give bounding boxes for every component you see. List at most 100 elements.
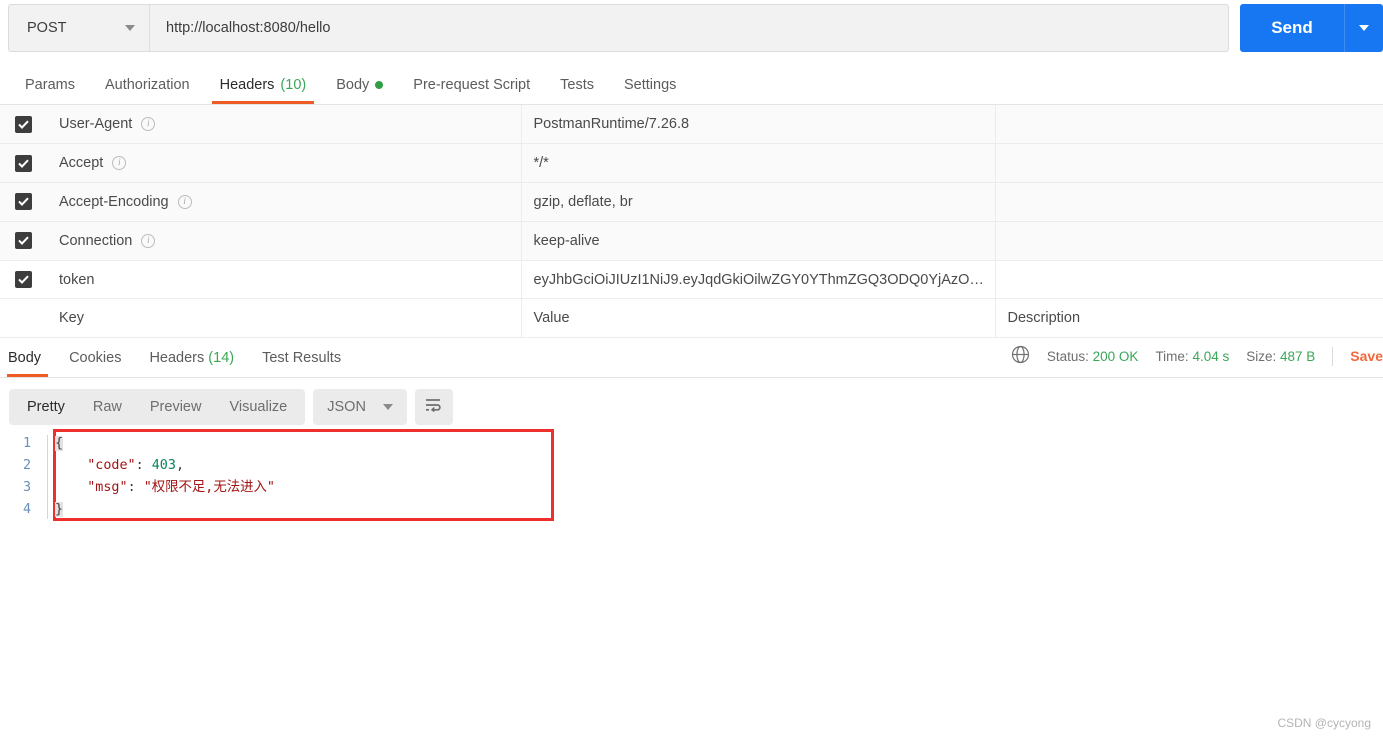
header-value-cell[interactable]: keep-alive	[521, 221, 996, 261]
view-mode-pretty[interactable]: Pretty	[13, 389, 79, 425]
header-key-cell[interactable]: token	[47, 260, 522, 300]
header-value-cell[interactable]: gzip, deflate, br	[521, 182, 996, 222]
checkbox-icon[interactable]	[15, 232, 32, 250]
tab-headers[interactable]: Headers (10)	[205, 77, 322, 104]
header-key: token	[59, 271, 95, 288]
header-key-cell[interactable]: Accept i	[47, 143, 522, 184]
tab-count: (10)	[280, 77, 307, 93]
body-present-dot-icon	[375, 81, 384, 89]
response-tab-headers[interactable]: Headers (14)	[135, 350, 248, 377]
chevron-down-icon	[382, 404, 393, 411]
tab-settings[interactable]: Settings	[609, 77, 691, 104]
time-label: Time:	[1155, 348, 1189, 364]
tab-count: (14)	[208, 350, 235, 367]
chevron-down-icon	[125, 25, 135, 31]
new-value-input[interactable]: Value	[521, 298, 996, 339]
send-button[interactable]: Send	[1240, 4, 1344, 52]
tab-label: Tests	[560, 77, 594, 93]
tab-label: Test Results	[262, 350, 342, 367]
row-checkbox-cell	[0, 260, 47, 300]
line-number: 3	[22, 480, 31, 496]
line-number: 2	[22, 458, 31, 474]
table-row-new: Key Value Description	[0, 298, 1383, 339]
code-line-3: "msg": "权限不足,无法进入"	[55, 477, 275, 499]
header-description-cell[interactable]	[995, 260, 1383, 300]
save-response-link[interactable]: Save	[1350, 348, 1383, 364]
header-description-cell[interactable]	[995, 221, 1383, 261]
colon: :	[127, 480, 144, 496]
header-description-cell[interactable]	[995, 182, 1383, 222]
tab-body[interactable]: Body	[321, 77, 398, 104]
header-key: User-Agent	[59, 116, 133, 133]
time-value: 4.04 s	[1192, 348, 1230, 364]
response-tab-cookies[interactable]: Cookies	[55, 350, 135, 377]
format-select[interactable]: JSON	[313, 389, 407, 426]
checkbox-icon[interactable]	[15, 154, 32, 172]
tab-label: Body	[336, 77, 370, 93]
word-wrap-icon	[425, 397, 442, 417]
header-key: Accept	[59, 155, 104, 172]
header-key-cell[interactable]: Accept-Encoding i	[47, 182, 522, 222]
tab-label: Pre-request Script	[413, 77, 531, 93]
header-description-cell[interactable]	[995, 143, 1383, 184]
tab-pre-request-script[interactable]: Pre-request Script	[398, 77, 545, 104]
request-tabs: Params Authorization Headers (10) Body P…	[0, 65, 1383, 105]
header-key-cell[interactable]: Connection i	[47, 221, 522, 261]
json-key-msg: "msg"	[87, 480, 128, 496]
response-tab-test-results[interactable]: Test Results	[248, 350, 355, 377]
time-group: Time: 4.04 s	[1155, 349, 1229, 364]
http-method-select[interactable]: POST	[8, 4, 149, 52]
tab-label: Body	[8, 350, 42, 367]
checkbox-icon[interactable]	[15, 193, 32, 211]
word-wrap-button[interactable]	[414, 389, 453, 426]
send-button-group: Send	[1240, 4, 1383, 56]
table-row: token eyJhbGciOiJIUzI1NiJ9.eyJqdGkiOilwZ…	[0, 260, 1383, 300]
new-description-input[interactable]: Description	[995, 298, 1383, 339]
tab-params[interactable]: Params	[10, 77, 90, 104]
view-mode-raw[interactable]: Raw	[79, 389, 136, 425]
send-options-button[interactable]	[1344, 4, 1383, 52]
watermark: CSDN @cycyong	[1277, 716, 1371, 730]
code-line-1: {	[55, 433, 275, 455]
tab-authorization[interactable]: Authorization	[90, 77, 205, 104]
size-group: Size: 487 B	[1246, 349, 1315, 364]
globe-icon	[1011, 345, 1030, 367]
header-value-cell[interactable]: PostmanRuntime/7.26.8	[521, 105, 996, 145]
header-description-cell[interactable]	[995, 105, 1383, 145]
new-key-input[interactable]: Key	[47, 298, 522, 339]
response-meta: Status: 200 OK Time: 4.04 s Size: 487 B …	[1011, 345, 1383, 377]
header-value-cell[interactable]: eyJhbGciOiJIUzI1NiJ9.eyJqdGkiOilwZGY0YTh…	[521, 260, 996, 300]
status-group: Status: 200 OK	[1047, 349, 1139, 364]
code-area[interactable]: 1 2 3 4 { "code": 403, "msg": "权限不足,无法进入…	[9, 433, 1383, 521]
info-icon[interactable]: i	[112, 156, 127, 171]
info-icon[interactable]: i	[141, 233, 156, 248]
response-tab-body[interactable]: Body	[0, 350, 55, 378]
tab-label: Settings	[623, 77, 677, 93]
url-input[interactable]: http://localhost:8080/hello	[149, 4, 1229, 52]
response-bar: Body Cookies Headers (14) Test Results S…	[0, 338, 1383, 379]
view-mode-visualize[interactable]: Visualize	[215, 389, 301, 425]
code-line-2: "code": 403,	[55, 455, 275, 477]
tab-tests[interactable]: Tests	[545, 77, 609, 104]
row-checkbox-cell	[0, 182, 47, 222]
tab-label: Headers	[149, 350, 205, 367]
header-key: Accept-Encoding	[59, 193, 169, 210]
row-checkbox-cell	[0, 143, 47, 184]
table-row: Connection i keep-alive	[0, 221, 1383, 261]
format-value: JSON	[327, 399, 366, 416]
header-value-cell[interactable]: */*	[521, 143, 996, 184]
info-icon[interactable]: i	[141, 117, 156, 132]
info-icon[interactable]: i	[177, 194, 192, 209]
json-value-msg: "权限不足,无法进入"	[143, 480, 275, 496]
header-key-cell[interactable]: User-Agent i	[47, 105, 522, 145]
line-number: 4	[22, 502, 31, 518]
request-url-bar: POST http://localhost:8080/hello Send	[0, 0, 1383, 56]
checkbox-icon[interactable]	[15, 271, 32, 289]
view-mode-preview[interactable]: Preview	[136, 389, 216, 425]
row-checkbox-cell	[0, 105, 47, 145]
response-body-viewer: 1 2 3 4 { "code": 403, "msg": "权限不足,无法进入…	[0, 425, 1383, 522]
response-viewer-toolbar: Pretty Raw Preview Visualize JSON	[0, 378, 1383, 426]
chevron-down-icon	[1359, 25, 1369, 31]
checkbox-icon[interactable]	[15, 115, 32, 133]
